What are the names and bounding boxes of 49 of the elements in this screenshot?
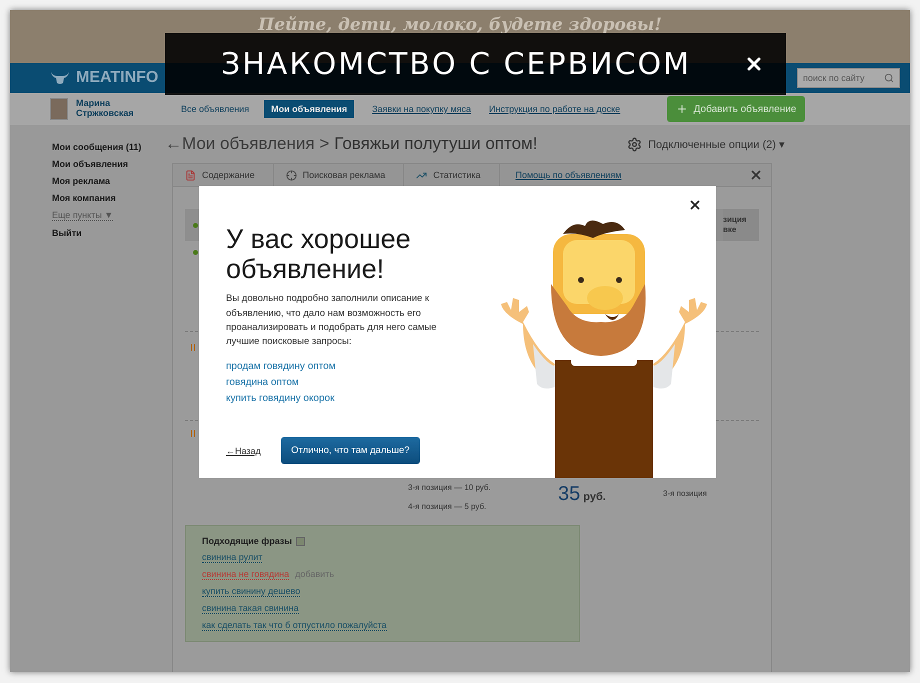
search-field[interactable]: поиск по сайту — [797, 68, 900, 88]
add-listing-button[interactable]: Добавить объявление — [667, 96, 805, 122]
sidebar-link[interactable]: Моя компания — [52, 193, 165, 203]
document-icon — [185, 170, 196, 180]
price-text: 3-я позиция — 10 руб. — [408, 483, 492, 492]
phrase-link[interactable]: свинина такая свинина — [202, 603, 299, 614]
header-slogan: Пейте, дети, молоко, будете здоровы! — [258, 15, 662, 35]
sidebar-link[interactable]: Мои сообщения (11) — [52, 142, 165, 152]
close-icon[interactable] — [688, 198, 702, 212]
status-dot-icon — [193, 250, 198, 254]
settings-icon — [627, 136, 642, 152]
help-link[interactable]: Помощь по объявлениям — [516, 170, 622, 180]
nav-link[interactable]: Инструкция по работе на доске — [489, 104, 620, 114]
page-title: ←Мои объявления > Говяжьи полутуши оптом! — [165, 134, 538, 154]
query-link[interactable]: продам говядину оптом — [226, 359, 336, 376]
target-icon — [286, 170, 297, 180]
price-text: 4-я позиция — 5 руб. — [408, 502, 488, 511]
nav-tab[interactable]: Мои объявления — [264, 100, 354, 118]
column-header: зиция вке — [723, 209, 759, 241]
phrase-link[interactable]: как сделать так что б отпустило пожалуйста — [202, 620, 387, 631]
bull-head-icon — [50, 71, 70, 85]
user-name[interactable]: Марина Стржковская — [76, 99, 166, 119]
sidebar-link[interactable]: Мои объявления — [52, 159, 165, 169]
phrase-link[interactable]: свинина рулит — [202, 552, 262, 563]
avatar-photo-placeholder — [50, 98, 68, 120]
next-button[interactable]: Отлично, что там дальше? — [280, 437, 420, 464]
pause-icon — [191, 430, 195, 436]
pause-icon — [191, 344, 195, 350]
sidebar-link[interactable]: Еще пункты ▼ — [52, 210, 114, 221]
nav-tab[interactable]: Все объявления — [174, 100, 256, 118]
logo-text: MEATINFO — [76, 69, 158, 87]
query-link[interactable]: говядина оптом — [226, 375, 299, 392]
plus-icon — [676, 103, 688, 115]
phrase-link[interactable]: купить свинину дешево — [202, 586, 300, 597]
site-logo[interactable]: MEATINFO — [50, 69, 158, 87]
bid-amount: 35 руб. — [558, 483, 607, 506]
back-link[interactable]: ←Назад — [226, 446, 261, 456]
sidebar-link[interactable]: Моя реклама — [52, 176, 165, 186]
nav-link[interactable]: Заявки на покупку мяса — [372, 104, 472, 114]
sidebar-link[interactable]: Выйти — [52, 228, 165, 238]
position-text: 3-я позиция — [663, 489, 707, 498]
query-link[interactable]: купить говядину окорок — [226, 391, 334, 408]
tour-title: ЗНАКОМСТВО С СЕРВИСОМ — [221, 46, 692, 82]
options-dropdown[interactable]: Подключенные опции (2) ▾ — [627, 136, 785, 152]
modal-title: У вас хорошее объявление! — [226, 224, 412, 284]
phrases-title: Подходящие фразы — [202, 536, 292, 546]
modal-text: Вы довольно подробно заполнили описание к объявлению, что дало нам возможность его проанализировать и подобрать для него самые лучшие поисковые запросы: — [226, 292, 438, 350]
search-icon — [884, 73, 894, 83]
status-dot-icon — [193, 222, 198, 228]
